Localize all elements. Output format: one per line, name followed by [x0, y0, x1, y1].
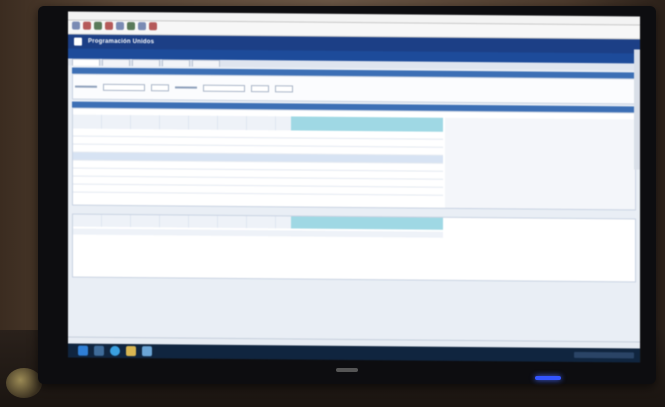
- input-field-3[interactable]: [203, 84, 245, 92]
- detail-grid-header-highlight: [291, 216, 443, 230]
- detail-grid-row[interactable]: [73, 228, 443, 238]
- detail-grid: [72, 213, 636, 283]
- webcam-object: [6, 368, 42, 398]
- tab-third[interactable]: [132, 59, 160, 67]
- input-field-4[interactable]: [251, 84, 269, 92]
- tab-second[interactable]: [102, 58, 130, 67]
- field-label: [175, 86, 197, 89]
- form-area: [72, 73, 636, 105]
- input-field-5[interactable]: [275, 84, 293, 92]
- search-icon[interactable]: [127, 22, 135, 31]
- refresh-icon[interactable]: [105, 21, 113, 30]
- file-explorer-icon[interactable]: [126, 346, 136, 357]
- task-view-icon[interactable]: [94, 345, 104, 356]
- app-icon[interactable]: [142, 346, 152, 357]
- tab-fourth[interactable]: [162, 59, 190, 67]
- grid-header-highlight: [291, 116, 443, 132]
- app-logo-icon: [74, 37, 82, 46]
- input-field-2[interactable]: [151, 83, 169, 91]
- start-icon[interactable]: [78, 345, 88, 356]
- save-icon[interactable]: [94, 21, 102, 30]
- internet-explorer-icon[interactable]: [110, 345, 120, 356]
- monitor-brand-logo: [336, 368, 358, 372]
- schedule-grid: [72, 107, 636, 211]
- tab-fifth[interactable]: [192, 59, 220, 67]
- delete-icon[interactable]: [83, 21, 91, 30]
- export-icon[interactable]: [138, 22, 146, 31]
- new-icon[interactable]: [72, 21, 80, 30]
- input-field-1[interactable]: [103, 83, 145, 91]
- monitor-screen: Programación Unidos: [68, 11, 640, 363]
- field-label: [75, 85, 97, 88]
- print-icon[interactable]: [116, 21, 124, 30]
- power-led: [535, 376, 561, 380]
- tab-general[interactable]: [72, 58, 100, 66]
- grid-empty-area: [445, 117, 635, 210]
- system-tray[interactable]: [574, 351, 634, 359]
- app-title: Programación Unidos: [88, 38, 155, 46]
- side-scrollbar[interactable]: [634, 49, 640, 170]
- grid-rows[interactable]: [73, 128, 443, 202]
- settings-icon[interactable]: [149, 22, 157, 31]
